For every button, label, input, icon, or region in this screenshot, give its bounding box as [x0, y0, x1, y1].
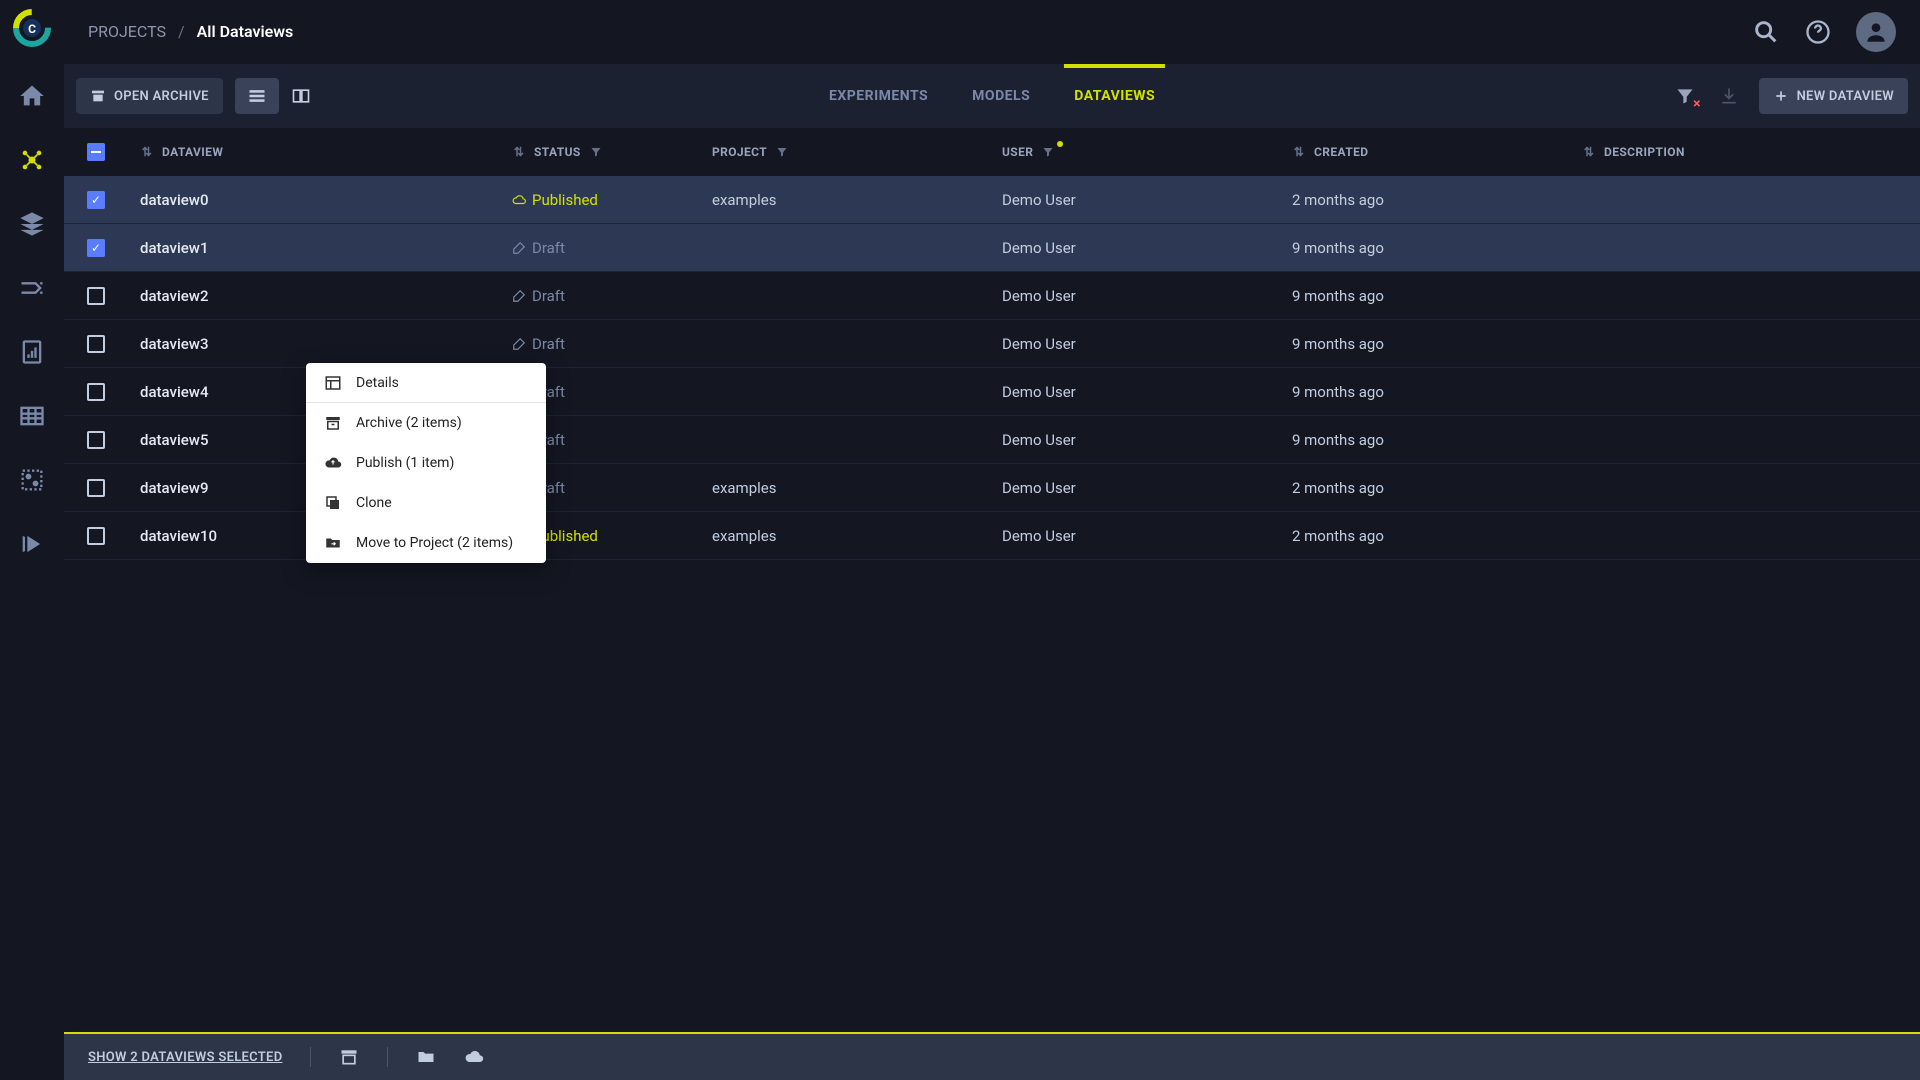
tab-experiments[interactable]: EXPERIMENTS [829, 64, 928, 128]
ctx-archive[interactable]: Archive (2 items) [306, 403, 546, 443]
row-created: 9 months ago [1292, 431, 1582, 449]
row-status: Draft [512, 287, 712, 305]
view-list-button[interactable] [235, 78, 279, 114]
tab-models[interactable]: MODELS [972, 64, 1030, 128]
nav-annotate-icon[interactable] [0, 448, 64, 512]
table-row[interactable]: dataview0PublishedexamplesDemo User2 mon… [64, 176, 1920, 224]
nav-datasets-icon[interactable] [0, 128, 64, 192]
ctx-publish[interactable]: Publish (1 item) [306, 443, 546, 483]
row-user: Demo User [1002, 335, 1292, 353]
footer-archive-icon[interactable] [339, 1047, 359, 1067]
row-checkbox[interactable] [87, 527, 105, 545]
table-row[interactable]: dataview2Draft Demo User9 months ago [64, 272, 1920, 320]
context-menu: Details Archive (2 items) Publish (1 ite… [306, 363, 546, 563]
header-bar: PROJECTS / All Dataviews [64, 0, 1920, 64]
row-status: Published [512, 191, 712, 209]
side-nav: C [0, 0, 64, 1080]
nav-reports-icon[interactable] [0, 320, 64, 384]
footer-separator [310, 1047, 311, 1067]
open-archive-label: OPEN ARCHIVE [114, 89, 209, 104]
row-checkbox[interactable] [87, 335, 105, 353]
row-checkbox[interactable] [87, 191, 105, 209]
download-icon [1715, 82, 1743, 110]
row-created: 2 months ago [1292, 527, 1582, 545]
search-icon[interactable] [1752, 18, 1780, 46]
breadcrumb-parent[interactable]: PROJECTS [88, 22, 166, 41]
column-header-description[interactable]: ⇅DESCRIPTION [1582, 145, 1920, 159]
row-created: 9 months ago [1292, 335, 1582, 353]
column-header-user[interactable]: USER [1002, 145, 1292, 159]
nav-home-icon[interactable] [0, 64, 64, 128]
row-created: 9 months ago [1292, 287, 1582, 305]
app-logo[interactable]: C [12, 8, 52, 48]
ctx-details[interactable]: Details [306, 363, 546, 403]
row-name: dataview1 [128, 239, 512, 257]
help-icon[interactable] [1804, 18, 1832, 46]
ctx-clone[interactable]: Clone [306, 483, 546, 523]
toolbar: OPEN ARCHIVE EXPERIMENTS MODELS DATAVIEW… [64, 64, 1920, 128]
row-user: Demo User [1002, 383, 1292, 401]
row-user: Demo User [1002, 431, 1292, 449]
footer-separator [387, 1047, 388, 1067]
row-created: 9 months ago [1292, 383, 1582, 401]
footer-publish-icon[interactable] [464, 1047, 484, 1067]
row-checkbox[interactable] [87, 479, 105, 497]
nav-table-icon[interactable] [0, 384, 64, 448]
view-detail-button[interactable] [279, 78, 323, 114]
breadcrumb: PROJECTS / All Dataviews [88, 22, 293, 41]
row-status: Draft [512, 239, 712, 257]
row-name: dataview0 [128, 191, 512, 209]
row-project: examples [712, 191, 1002, 209]
tab-dataviews[interactable]: DATAVIEWS [1074, 64, 1155, 128]
user-avatar[interactable] [1856, 12, 1896, 52]
row-name: dataview2 [128, 287, 512, 305]
row-user: Demo User [1002, 191, 1292, 209]
row-created: 2 months ago [1292, 191, 1582, 209]
ctx-move[interactable]: Move to Project (2 items) [306, 523, 546, 563]
row-project: examples [712, 527, 1002, 545]
clear-filters-icon[interactable] [1671, 82, 1699, 110]
table-header: ⇅DATAVIEW ⇅STATUS PROJECT USER ⇅CREATED … [64, 128, 1920, 176]
table-row[interactable]: dataview1Draft Demo User9 months ago [64, 224, 1920, 272]
select-all-checkbox[interactable] [87, 143, 105, 161]
new-dataview-label: NEW DATAVIEW [1797, 89, 1894, 104]
svg-text:C: C [28, 22, 36, 36]
row-checkbox[interactable] [87, 431, 105, 449]
row-created: 9 months ago [1292, 239, 1582, 257]
footer-bar: SHOW 2 DATAVIEWS SELECTED [64, 1032, 1920, 1080]
nav-pipeline-icon[interactable] [0, 256, 64, 320]
open-archive-button[interactable]: OPEN ARCHIVE [76, 78, 223, 114]
footer-selection-link[interactable]: SHOW 2 DATAVIEWS SELECTED [88, 1050, 282, 1065]
main-tabs: EXPERIMENTS MODELS DATAVIEWS [829, 64, 1155, 128]
row-name: dataview3 [128, 335, 512, 353]
new-dataview-button[interactable]: NEW DATAVIEW [1759, 78, 1908, 114]
row-user: Demo User [1002, 479, 1292, 497]
row-checkbox[interactable] [87, 239, 105, 257]
column-header-status[interactable]: ⇅STATUS [512, 145, 712, 159]
breadcrumb-current: All Dataviews [197, 22, 294, 41]
column-header-created[interactable]: ⇅CREATED [1292, 145, 1582, 159]
row-checkbox[interactable] [87, 383, 105, 401]
table-row[interactable]: dataview3Draft Demo User9 months ago [64, 320, 1920, 368]
row-user: Demo User [1002, 527, 1292, 545]
row-status: Draft [512, 335, 712, 353]
view-toggle [235, 78, 323, 114]
row-user: Demo User [1002, 287, 1292, 305]
row-checkbox[interactable] [87, 287, 105, 305]
column-header-project[interactable]: PROJECT [712, 145, 1002, 159]
row-created: 2 months ago [1292, 479, 1582, 497]
column-header-name[interactable]: ⇅DATAVIEW [128, 145, 512, 159]
nav-deploy-icon[interactable] [0, 512, 64, 576]
breadcrumb-separator: / [178, 22, 185, 41]
footer-move-icon[interactable] [416, 1047, 436, 1067]
row-project: examples [712, 479, 1002, 497]
row-user: Demo User [1002, 239, 1292, 257]
nav-layers-icon[interactable] [0, 192, 64, 256]
